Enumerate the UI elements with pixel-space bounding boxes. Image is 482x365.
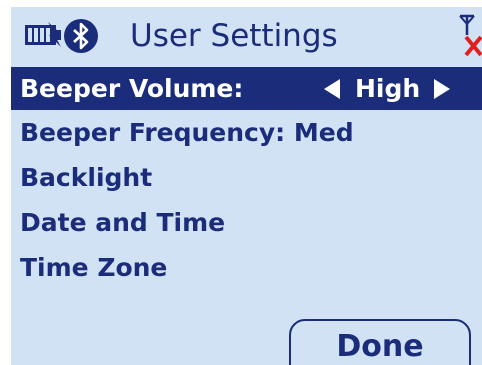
menu-item-backlight[interactable]: Backlight [11,155,482,200]
done-button[interactable]: Done [289,319,471,365]
menu-item-label: Time Zone [20,253,168,282]
menu-item-beeper-volume[interactable]: Beeper Volume: High [11,67,482,110]
title-bar: User Settings [11,7,482,65]
arrow-left-icon[interactable] [324,78,340,99]
menu-item-date-and-time[interactable]: Date and Time [11,200,482,245]
menu-item-time-zone[interactable]: Time Zone [11,245,482,290]
beeper-volume-selector[interactable]: High [324,67,451,110]
bluetooth-icon [64,19,98,53]
settings-menu: Beeper Volume: High Beeper Frequency: Me… [11,67,482,290]
battery-icon [25,22,61,47]
arrow-right-icon[interactable] [434,78,451,99]
menu-item-beeper-frequency[interactable]: Beeper Frequency: Med [11,110,482,155]
done-button-label: Done [336,329,424,364]
menu-item-label: Date and Time [20,208,226,237]
menu-item-label: Beeper Volume: [20,74,244,103]
menu-item-label: Beeper Frequency: Med [20,118,354,147]
no-signal-icon [459,14,482,57]
page-title: User Settings [130,18,338,54]
menu-item-label: Backlight [20,163,153,192]
device-screen: User Settings Beeper Volume: High Beeper… [11,7,482,365]
beeper-volume-value: High [355,74,421,103]
